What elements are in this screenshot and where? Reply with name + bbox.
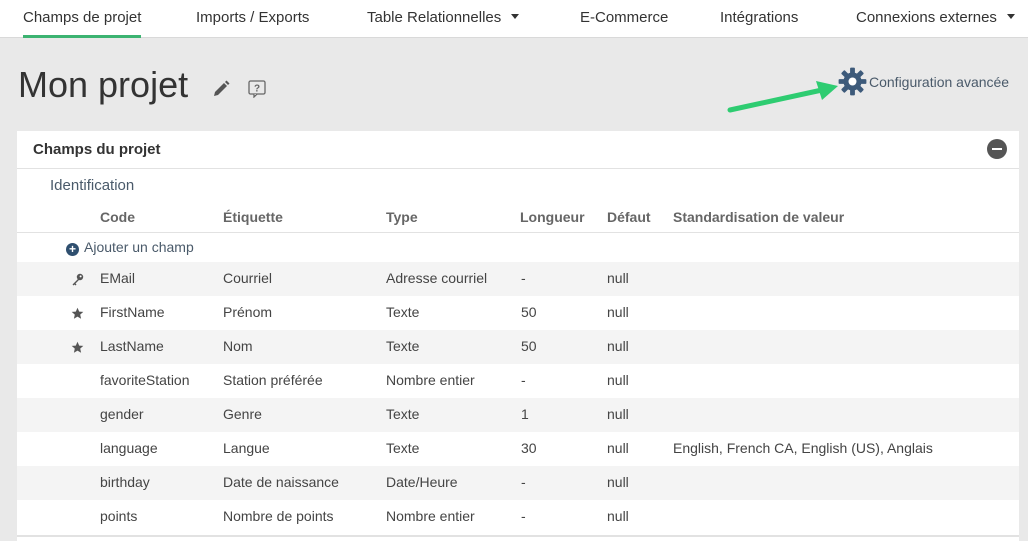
annotation-arrow (727, 81, 838, 113)
table-row[interactable]: FirstName Prénom Texte 50 null (17, 296, 1019, 330)
key-icon (71, 273, 84, 286)
tab-label: Imports / Exports (196, 9, 310, 26)
tab-connexions-externes[interactable]: Connexions externes (856, 0, 1015, 38)
add-field-label: Ajouter un champ (84, 239, 194, 255)
table-row[interactable]: EMail Courriel Adresse courriel - null (17, 262, 1019, 296)
svg-text:?: ? (254, 84, 260, 95)
plus-circle-icon: + (66, 243, 79, 256)
collapse-button[interactable] (987, 139, 1007, 159)
header-divider (17, 232, 1019, 233)
pencil-icon[interactable] (211, 79, 231, 99)
page-title: Mon projet (18, 64, 189, 105)
caret-down-icon (1006, 14, 1015, 19)
cell-label: Genre (223, 406, 262, 422)
cell-length: - (521, 372, 526, 388)
column-header-longueur: Longueur (520, 209, 585, 225)
cell-default: null (607, 508, 629, 524)
cell-default: null (607, 406, 629, 422)
table-row[interactable]: points Nombre de points Nombre entier - null (17, 500, 1019, 534)
cell-type: Texte (386, 440, 420, 456)
cell-default: null (607, 304, 629, 320)
tab-champs-de-projet[interactable]: Champs de projet (23, 0, 142, 38)
tab-integrations[interactable]: Intégrations (720, 0, 798, 38)
cell-label: Nom (223, 338, 253, 354)
cell-label: Station préférée (223, 372, 323, 388)
cell-length: 30 (521, 440, 537, 456)
cell-length: 50 (521, 338, 537, 354)
table-row[interactable]: favoriteStation Station préférée Nombre en… (17, 364, 1019, 398)
tab-label: Champs de projet (23, 9, 142, 26)
tab-e-commerce[interactable]: E-Commerce (580, 0, 668, 38)
cell-standard: English, French CA, English (US), Anglai… (673, 440, 933, 456)
cell-length: - (521, 270, 526, 286)
config-label: Configuration avancée (869, 74, 1010, 90)
column-header-etiquette: Étiquette (223, 209, 283, 225)
cell-default: null (607, 474, 629, 490)
section-title: Identification (50, 177, 135, 194)
cell-label: Langue (223, 440, 270, 456)
panel-header: Champs du projet (17, 131, 1019, 169)
cell-type: Texte (386, 406, 420, 422)
cell-code: FirstName (100, 304, 165, 320)
cell-type: Texte (386, 304, 420, 320)
cell-default: null (607, 440, 629, 456)
project-fields-panel: Champs du projet Identification Code Éti… (17, 131, 1019, 541)
tab-label: Table Relationnelles (367, 9, 502, 26)
cell-code: points (100, 508, 138, 524)
caret-down-icon (511, 14, 520, 19)
cell-label: Courriel (223, 270, 273, 286)
help-icon[interactable]: ? (248, 80, 266, 98)
panel-title: Champs du projet (33, 141, 161, 158)
tab-label: Intégrations (720, 9, 799, 26)
table-row[interactable]: language Langue Texte 30 null English, French… (17, 432, 1019, 466)
cell-code: favoriteStation (100, 372, 190, 388)
column-header-type: Type (386, 209, 418, 225)
cell-type: Texte (386, 338, 420, 354)
cell-default: null (607, 270, 629, 286)
cell-code: EMail (100, 270, 136, 286)
cell-label: Nombre de points (223, 508, 334, 524)
cell-length: - (521, 508, 526, 524)
tab-table-relationnelles[interactable]: Table Relationnelles (367, 0, 520, 38)
tab-label: E-Commerce (580, 9, 669, 26)
cell-code: language (100, 440, 158, 456)
star-icon (71, 307, 84, 320)
gear-icon (838, 67, 867, 96)
table-row[interactable]: gender Genre Texte 1 null (17, 398, 1019, 432)
top-nav: Champs de projet Imports / Exports Table… (0, 0, 1028, 38)
cell-type: Nombre entier (386, 508, 475, 524)
table-row[interactable]: birthday Date de naissance Date/Heure - null (17, 466, 1019, 500)
star-icon (71, 341, 84, 354)
cell-type: Date/Heure (386, 474, 458, 490)
tab-label: Connexions externes (856, 9, 997, 26)
tab-imports-exports[interactable]: Imports / Exports (196, 0, 309, 38)
cell-default: null (607, 372, 629, 388)
cell-type: Adresse courriel (386, 270, 488, 286)
cell-length: 50 (521, 304, 537, 320)
cell-code: LastName (100, 338, 164, 354)
cell-length: - (521, 474, 526, 490)
table-bottom-border (17, 535, 1019, 537)
add-field-button[interactable]: + Ajouter un champ (66, 239, 194, 256)
cell-label: Date de naissance (223, 474, 339, 490)
cell-length: 1 (521, 406, 529, 422)
fields-table: EMail Courriel Adresse courriel - null FirstN… (17, 262, 1019, 534)
table-row[interactable]: LastName Nom Texte 50 null (17, 330, 1019, 364)
cell-type: Nombre entier (386, 372, 475, 388)
column-header-defaut: Défaut (607, 209, 651, 225)
cell-label: Prénom (223, 304, 273, 320)
cell-code: birthday (100, 474, 150, 490)
cell-code: gender (100, 406, 144, 422)
column-header-code: Code (100, 209, 135, 225)
column-header-standardisation: Standardisation de valeur (673, 209, 845, 225)
cell-default: null (607, 338, 629, 354)
